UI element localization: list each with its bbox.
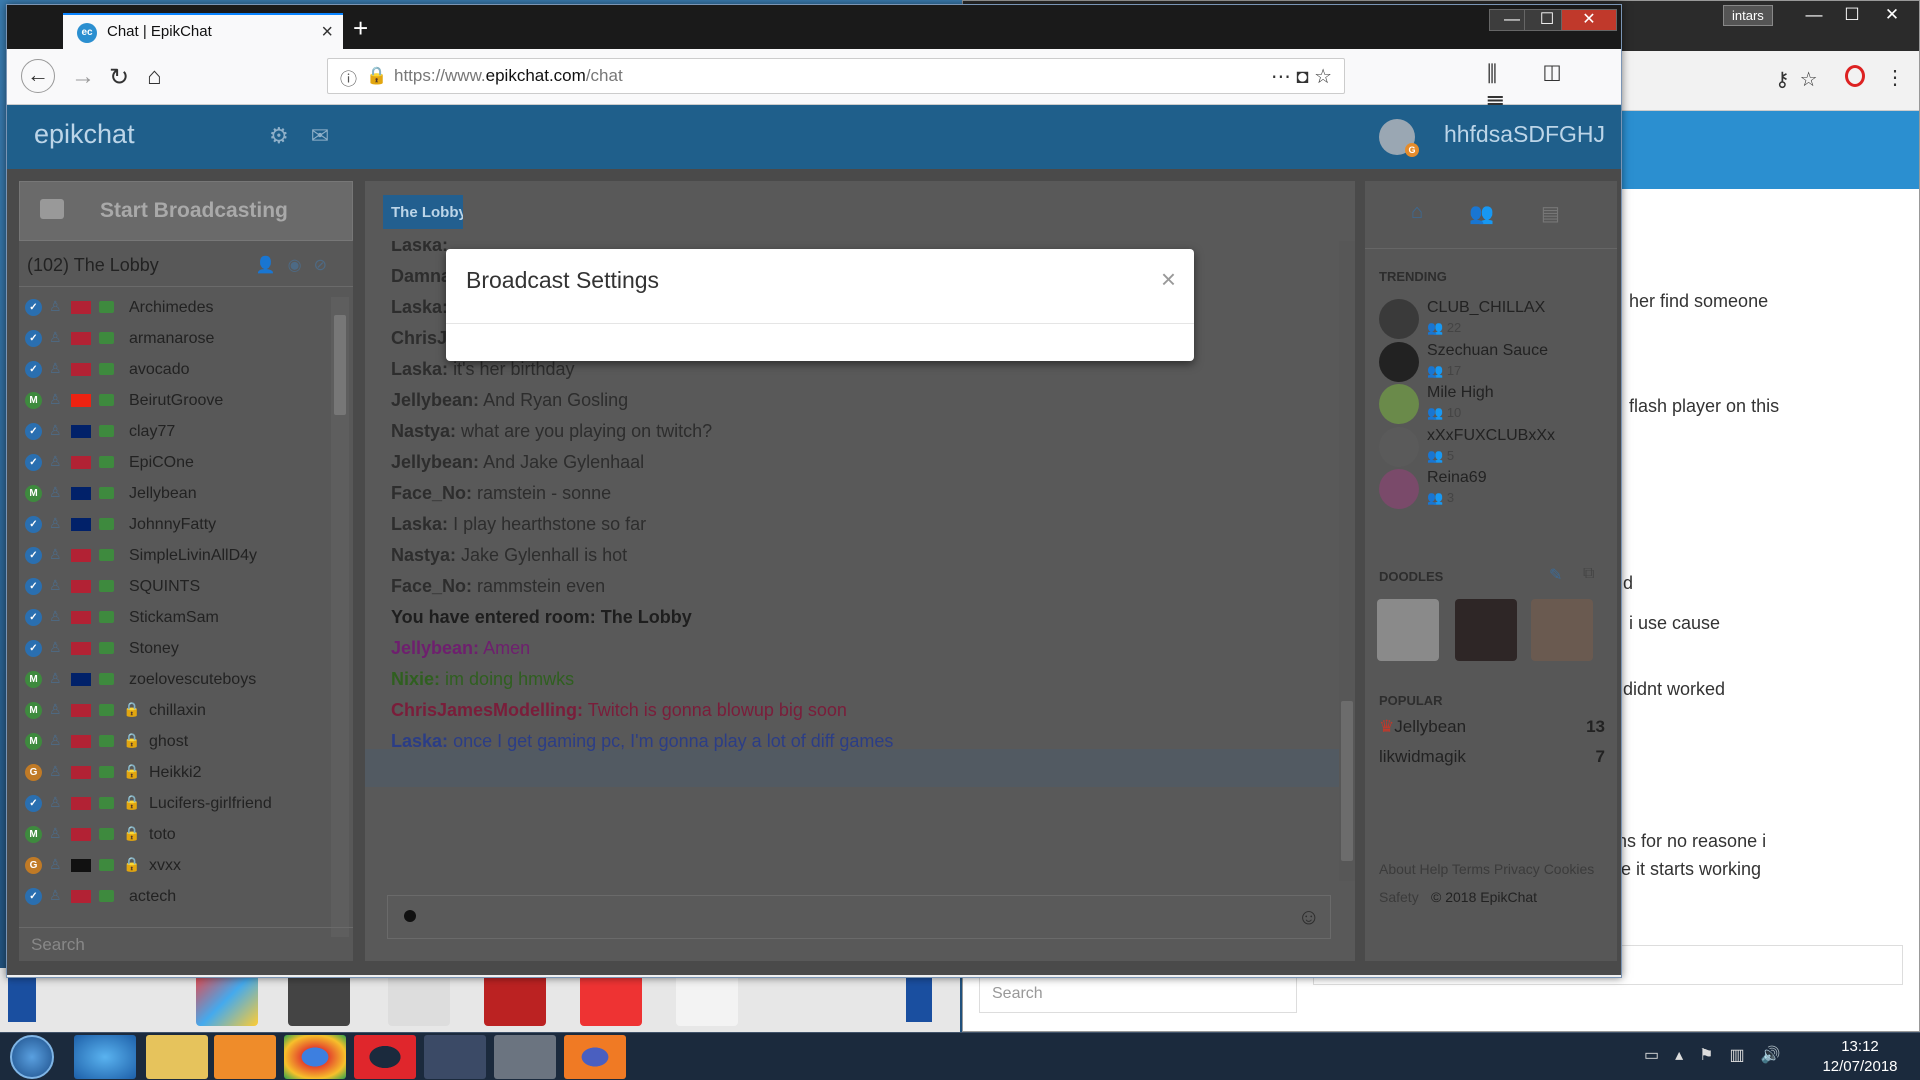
reload-icon[interactable]: ↻ [109, 63, 129, 92]
epikchat-favicon-icon: ec [77, 23, 97, 43]
url-domain: epikchat.com [485, 66, 586, 85]
background-search-input[interactable]: Search [979, 977, 1297, 1013]
tab-epikchat[interactable]: ec Chat | EpikChat × [63, 13, 343, 49]
forward-icon[interactable]: → [71, 63, 95, 91]
background-minimize-button[interactable]: — [1795, 5, 1833, 27]
home-icon[interactable]: ⌂ [147, 63, 162, 91]
app-icon[interactable] [196, 972, 258, 1026]
opera-icon[interactable] [1845, 65, 1865, 87]
navigation-bar: ← → ↻ ⌂ ⓘ 🔒 https://www.epikchat.com/cha… [7, 49, 1621, 112]
background-menu-icon[interactable]: ⋮ [1885, 65, 1905, 90]
app-icon[interactable] [388, 972, 450, 1026]
background-user-badge: intars [1723, 5, 1773, 26]
background-text: ns for no reasone i [1617, 831, 1767, 851]
app-icon[interactable] [580, 972, 642, 1026]
tab-title: Chat | EpikChat [107, 23, 212, 40]
app-icon[interactable] [288, 972, 350, 1026]
start-button[interactable] [10, 1035, 54, 1079]
background-text: le it starts working [1617, 859, 1762, 879]
background-text: her find someone [1629, 291, 1769, 311]
background-close-button[interactable]: ✕ [1873, 5, 1911, 27]
opera-taskbar-icon[interactable] [354, 1035, 416, 1079]
chrome-icon[interactable] [284, 1035, 346, 1079]
background-text: flash player on this [1629, 396, 1780, 416]
firefox-icon[interactable] [564, 1035, 626, 1079]
background-maximize-button[interactable]: ☐ [1833, 5, 1871, 27]
clock-date: 12/07/2018 [1822, 1058, 1898, 1075]
folder-icon[interactable] [146, 1035, 208, 1079]
steam-icon[interactable] [424, 1035, 486, 1079]
close-button[interactable]: ✕ [1561, 9, 1617, 31]
url-prefix: https://www. [394, 66, 486, 85]
desktop: intars — ☐ ✕ ⚷☆ ⋮ her find someone flash… [0, 0, 1920, 1080]
background-toolbar-icons: ⚷☆ [1775, 69, 1828, 91]
background-text: i use cause [1629, 613, 1721, 633]
internet-explorer-icon[interactable] [74, 1035, 136, 1079]
app-icon[interactable] [484, 972, 546, 1026]
tab-close-icon[interactable]: × [321, 21, 333, 44]
browser-window[interactable]: ec Chat | EpikChat × + — ☐ ✕ ← → ↻ ⌂ ⓘ 🔒… [6, 4, 1622, 978]
modal-divider [446, 323, 1194, 324]
modal-close-button[interactable]: × [1161, 266, 1176, 292]
clock-time: 13:12 [1841, 1038, 1879, 1055]
system-tray-icons[interactable]: ▭▴⚑▥🔊 [1644, 1045, 1797, 1065]
lock-icon: 🔒 [366, 66, 388, 85]
modal-title: Broadcast Settings [466, 267, 660, 293]
app-icon[interactable] [676, 972, 738, 1026]
url-bar[interactable]: ⓘ 🔒 https://www.epikchat.com/chat ⋯ ◘ ☆ [327, 58, 1345, 94]
info-icon[interactable]: ⓘ [340, 65, 357, 90]
clock[interactable]: 13:12 12/07/2018 [1810, 1037, 1910, 1077]
new-tab-button[interactable]: + [353, 13, 368, 44]
back-icon[interactable]: ← [21, 59, 55, 93]
taskbar: ▭▴⚑▥🔊 13:12 12/07/2018 [0, 1032, 1920, 1080]
url-action-icons[interactable]: ⋯ ◘ ☆ [1271, 64, 1332, 89]
tab-bar: ec Chat | EpikChat × + — ☐ ✕ [7, 5, 1621, 49]
media-player-icon[interactable] [214, 1035, 276, 1079]
modal-backdrop[interactable]: Broadcast Settings × [7, 105, 1621, 975]
url-path: /chat [585, 66, 623, 85]
app-icon[interactable] [494, 1035, 556, 1079]
broadcast-settings-modal: Broadcast Settings × [446, 249, 1194, 361]
background-text: didnt worked [1623, 679, 1726, 699]
background-text: d [1623, 573, 1634, 593]
